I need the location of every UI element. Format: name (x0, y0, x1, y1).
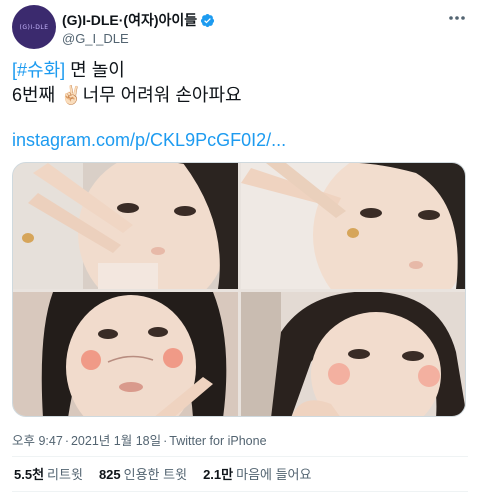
meta-separator: · (64, 434, 69, 448)
photo-4[interactable] (241, 292, 465, 416)
tweet: (G)I-DLE (G)I-DLE·(여자)아이들 @G_I_DLE [#슈화]… (0, 0, 480, 492)
meta-separator: · (163, 434, 168, 448)
tweet-header: (G)I-DLE (G)I-DLE·(여자)아이들 @G_I_DLE (12, 5, 468, 49)
likes-stat[interactable]: 2.1만 마음에 들어요 (203, 464, 311, 483)
more-options-icon[interactable] (446, 9, 468, 27)
display-name[interactable]: (G)I-DLE·(여자)아이들 (62, 10, 197, 30)
tweet-date[interactable]: 2021년 1월 18일 (71, 434, 161, 448)
avatar-logo: (G)I-DLE (19, 23, 49, 31)
hashtag-link[interactable]: [#슈화] (12, 60, 65, 80)
quotes-stat[interactable]: 825 인용한 트윗 (99, 464, 187, 483)
tweet-text-2a: 6번째 (12, 85, 61, 105)
photo-2[interactable] (241, 163, 465, 289)
tweet-text: [#슈화] 면 놀이 6번째 ✌🏻너무 어려워 손아파요 (12, 58, 468, 108)
photo-1[interactable] (13, 163, 238, 289)
likes-count: 2.1만 (203, 467, 234, 482)
photo-3[interactable] (13, 292, 238, 416)
avatar[interactable]: (G)I-DLE (12, 5, 56, 49)
quotes-count: 825 (98, 467, 121, 482)
divider (12, 456, 468, 457)
tweet-text-line-1: [#슈화] 면 놀이 (12, 58, 468, 83)
tweet-source[interactable]: Twitter for iPhone (169, 434, 266, 448)
retweets-stat[interactable]: 5.5천 리트윗 (14, 464, 83, 483)
tweet-text-1-rest: 면 놀이 (65, 60, 125, 80)
display-name-row: (G)I-DLE·(여자)아이들 (62, 11, 215, 29)
instagram-link[interactable]: instagram.com/p/CKL9PcGF0I2/... (12, 130, 286, 151)
quotes-label: 인용한 트윗 (123, 467, 188, 482)
tweet-meta: 오후 9:47 · 2021년 1월 18일 · Twitter for iPhone (12, 430, 267, 449)
retweets-label: 리트윗 (47, 467, 83, 482)
tweet-time[interactable]: 오후 9:47 (12, 434, 63, 448)
tweet-text-line-2: 6번째 ✌🏻너무 어려워 손아파요 (12, 83, 468, 108)
media-grid (12, 162, 466, 417)
likes-label: 마음에 들어요 (236, 467, 312, 482)
handle[interactable]: @G_I_DLE (62, 31, 215, 46)
retweets-count: 5.5천 (14, 467, 45, 482)
verified-badge-icon (200, 13, 215, 28)
tweet-stats: 5.5천 리트윗 825 인용한 트윗 2.1만 마음에 들어요 (14, 464, 327, 483)
victory-hand-emoji: ✌🏻 (60, 85, 83, 105)
author-names: (G)I-DLE·(여자)아이들 @G_I_DLE (62, 11, 215, 46)
tweet-text-2b: 너무 어려워 손아파요 (82, 85, 242, 105)
